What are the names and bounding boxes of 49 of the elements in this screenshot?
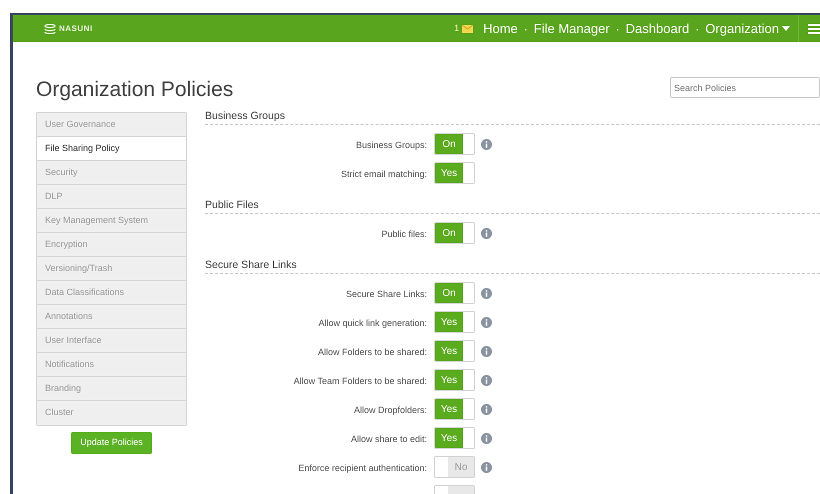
nav-link[interactable]: Home: [483, 18, 518, 38]
sidebar-item[interactable]: User Governance: [37, 113, 186, 137]
info-icon[interactable]: [480, 316, 492, 328]
nav-link[interactable]: File Manager: [534, 18, 610, 38]
page-title: Organization Policies: [36, 79, 234, 100]
section-heading: Public Files: [205, 199, 820, 214]
setting-label: Secure Share Links:: [346, 289, 427, 299]
toggle-switch[interactable]: On: [434, 133, 475, 155]
toggle-switch[interactable]: Yes: [434, 162, 475, 184]
info-icon[interactable]: [480, 228, 492, 238]
toggle-switch[interactable]: Yes: [434, 427, 475, 449]
section-heading: Secure Share Links: [205, 259, 820, 274]
nav-link[interactable]: Dashboard: [626, 18, 690, 38]
toggle-switch[interactable]: Yes: [434, 311, 475, 333]
setting-label: Allow quick link generation:: [318, 318, 427, 328]
separator: ·: [524, 20, 528, 38]
toggle-switch[interactable]: On: [434, 282, 475, 304]
info-icon[interactable]: [480, 432, 492, 444]
separator: ·: [695, 20, 700, 38]
nav-link[interactable]: Organization: [705, 18, 790, 38]
toggle-switch[interactable]: On: [434, 222, 475, 244]
toggle-switch[interactable]: Yes: [434, 369, 475, 391]
info-icon[interactable]: [480, 346, 492, 356]
info-icon[interactable]: [480, 404, 492, 414]
info-icon[interactable]: [480, 288, 492, 298]
menu-icon[interactable]: [808, 24, 820, 34]
toggle-switch[interactable]: No: [434, 456, 475, 478]
setting-label: Allow share to edit:: [350, 434, 427, 444]
section-heading: Business Groups: [205, 110, 820, 125]
info-icon[interactable]: [480, 374, 492, 386]
separator: ·: [616, 20, 620, 38]
setting-label: Allow Dropfolders:: [354, 405, 427, 415]
toggle-switch[interactable]: Yes: [434, 398, 475, 420]
setting-label: Allow Team Folders to be shared:: [294, 376, 427, 386]
sidebar-item[interactable]: File Sharing Policy: [37, 137, 186, 161]
setting-label: Enforce recipient authentication:: [298, 463, 427, 473]
message-count: 1: [454, 22, 460, 35]
setting-label: Business Groups:: [356, 140, 427, 150]
update-policies-button[interactable]: Update Policies: [71, 432, 152, 454]
search-field[interactable]: Search Policies: [670, 77, 820, 98]
envelope-icon[interactable]: [462, 24, 474, 32]
setting-label: Strict email matching:: [340, 169, 427, 179]
setting-label: Public files:: [381, 229, 427, 239]
logo[interactable]: NASUNI: [44, 22, 93, 34]
database-icon: [44, 24, 56, 34]
setting-label: Allow Folders to be shared:: [318, 347, 427, 357]
info-icon[interactable]: [480, 138, 492, 150]
info-icon[interactable]: [480, 462, 492, 472]
toggle-switch[interactable]: Yes: [434, 340, 475, 362]
